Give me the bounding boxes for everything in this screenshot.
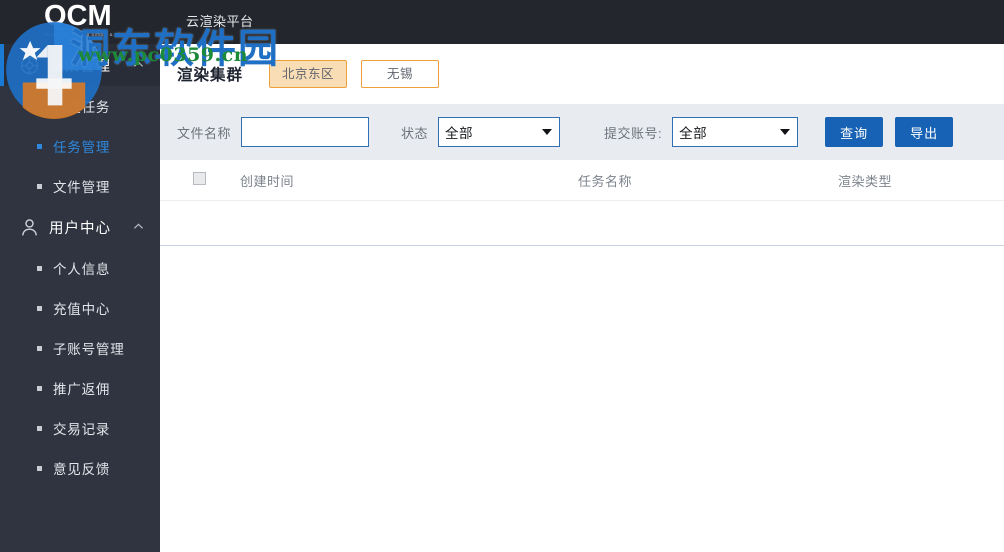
bullet-icon xyxy=(37,184,42,189)
bullet-icon xyxy=(37,466,42,471)
sidebar-item-label: 文件管理 xyxy=(53,180,111,195)
bullet-icon xyxy=(37,386,42,391)
sidebar-group-user-center[interactable]: 用户中心 xyxy=(0,206,160,248)
account-label: 提交账号: xyxy=(604,125,663,141)
chevron-down-icon xyxy=(542,129,553,135)
account-select[interactable]: 全部 xyxy=(672,117,799,147)
chevron-down-icon xyxy=(780,129,791,135)
sidebar-item-new-task[interactable]: 新建任务 xyxy=(0,86,160,126)
cluster-tab-beijing-east[interactable]: 北京东区 xyxy=(269,60,348,88)
export-button[interactable]: 导出 xyxy=(895,117,954,147)
select-all-checkbox-cell xyxy=(193,172,206,188)
sidebar-group-label: 用户中心 xyxy=(49,220,111,237)
sidebar-item-label: 推广返佣 xyxy=(53,382,111,397)
chevron-up-icon[interactable] xyxy=(133,220,144,230)
query-button[interactable]: 查询 xyxy=(825,117,884,147)
sidebar-group-label: 渲染管理 xyxy=(49,58,111,75)
column-header-task-name[interactable]: 任务名称 xyxy=(578,171,632,190)
bullet-icon xyxy=(37,144,42,149)
task-table: 创建时间 任务名称 渲染类型 xyxy=(160,160,1004,246)
render-target-icon xyxy=(14,55,44,76)
sidebar-item-personal-info[interactable]: 个人信息 xyxy=(0,248,160,288)
platform-title: 云渲染平台 xyxy=(186,14,254,29)
sidebar-item-task-management[interactable]: 任务管理 xyxy=(0,126,160,166)
app-logo[interactable]: QCM Make IT Rendering Simple & Clear & R… xyxy=(44,1,160,43)
status-select[interactable]: 全部 xyxy=(438,117,561,147)
bullet-icon xyxy=(37,266,42,271)
sidebar-item-label: 新建任务 xyxy=(53,100,111,115)
column-header-create-time[interactable]: 创建时间 xyxy=(240,171,294,190)
column-header-render-type[interactable]: 渲染类型 xyxy=(838,171,892,190)
cluster-tab-group: 北京东区 无锡 xyxy=(269,60,453,88)
account-select-value: 全部 xyxy=(679,126,708,141)
sidebar-item-label: 充值中心 xyxy=(53,302,111,317)
page-title: 渲染集群 xyxy=(177,67,244,84)
top-bar: QCM Make IT Rendering Simple & Clear & R… xyxy=(0,0,1004,44)
sidebar-item-feedback[interactable]: 意见反馈 xyxy=(0,448,160,488)
select-all-checkbox[interactable] xyxy=(193,172,206,185)
main-content: 渲染集群 北京东区 无锡 文件名称 状态 全部 提交账号: 全部 查询 导出 创… xyxy=(160,44,1004,552)
sidebar-item-label: 意见反馈 xyxy=(53,462,111,477)
chevron-up-icon[interactable] xyxy=(133,58,144,68)
sidebar-item-transaction-records[interactable]: 交易记录 xyxy=(0,408,160,448)
sidebar-item-recharge-center[interactable]: 充值中心 xyxy=(0,288,160,328)
active-group-accent-bar xyxy=(0,44,4,86)
cluster-tab-wuxi[interactable]: 无锡 xyxy=(361,60,440,88)
filename-input[interactable] xyxy=(241,117,370,147)
sidebar-item-sub-account-management[interactable]: 子账号管理 xyxy=(0,328,160,368)
status-label: 状态 xyxy=(401,125,429,141)
sidebar-items-user-center: 个人信息 充值中心 子账号管理 推广返佣 交易记录 意见反馈 xyxy=(0,248,160,488)
filename-label: 文件名称 xyxy=(177,125,232,141)
sidebar-item-label: 任务管理 xyxy=(53,140,111,155)
user-icon xyxy=(14,217,44,238)
page-header: 渲染集群 北京东区 无锡 xyxy=(160,44,1004,104)
app-logo-text: QCM xyxy=(44,0,112,32)
bullet-icon xyxy=(37,306,42,311)
sidebar-item-label: 交易记录 xyxy=(53,422,111,437)
sidebar-item-promotion-rebate[interactable]: 推广返佣 xyxy=(0,368,160,408)
table-header-row: 创建时间 任务名称 渲染类型 xyxy=(160,160,1004,201)
bullet-icon xyxy=(37,104,42,109)
sidebar-item-label: 个人信息 xyxy=(53,262,111,277)
app-window: QCM Make IT Rendering Simple & Clear & R… xyxy=(0,0,1004,552)
filter-bar: 文件名称 状态 全部 提交账号: 全部 查询 导出 xyxy=(160,104,1004,160)
sidebar-item-label: 子账号管理 xyxy=(53,342,125,357)
sidebar: 渲染管理 新建任务 任务管理 文件管理 用户中心 个人信息 充值中心 子账号管理… xyxy=(0,44,160,552)
bullet-icon xyxy=(37,346,42,351)
app-logo-subtitle: Make IT Rendering Simple & Clear & Rapid xyxy=(44,32,149,37)
sidebar-items-render-management: 新建任务 任务管理 文件管理 xyxy=(0,86,160,206)
table-body-empty xyxy=(160,201,1004,246)
sidebar-item-file-management[interactable]: 文件管理 xyxy=(0,166,160,206)
status-select-value: 全部 xyxy=(445,126,474,141)
sidebar-group-render-management[interactable]: 渲染管理 xyxy=(0,44,160,86)
bullet-icon xyxy=(37,426,42,431)
